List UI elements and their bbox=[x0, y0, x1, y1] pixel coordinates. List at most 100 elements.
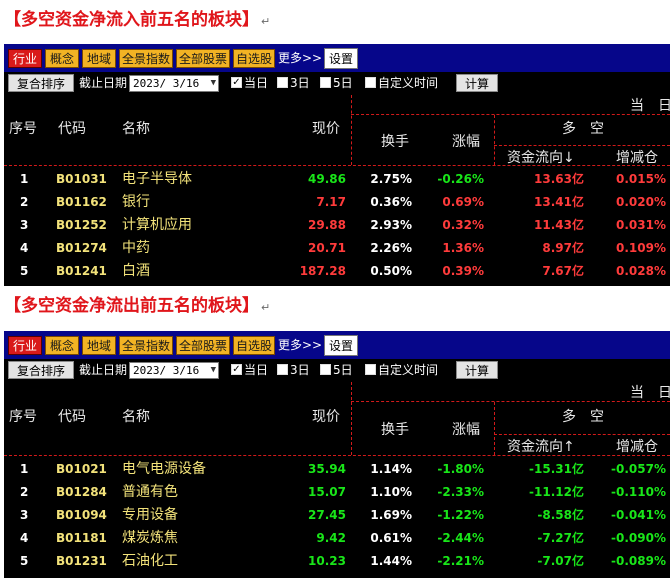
table-row[interactable]: 5 B01241 白酒 187.28 0.50% 0.39% 7.67亿 0.028% bbox=[4, 261, 670, 281]
cell-price: 20.71 bbox=[308, 241, 346, 255]
option-label-today: 当日 bbox=[244, 363, 269, 377]
date-picker[interactable]: 2023/ 3/16 ▼ bbox=[129, 75, 219, 92]
date-value: 2023/ 3/16 bbox=[133, 77, 200, 90]
cell-change: -2.33% bbox=[437, 485, 484, 499]
period-header: 当 日 bbox=[630, 385, 670, 401]
cell-index: 2 bbox=[20, 485, 29, 499]
header-divider bbox=[494, 434, 670, 435]
cell-incdec: -0.089% bbox=[611, 554, 666, 568]
table-row[interactable]: 1 B01031 电子半导体 49.86 2.75% -0.26% 13.63亿 0.015% bbox=[4, 169, 670, 189]
tab-industry[interactable]: 行业 bbox=[8, 336, 42, 355]
table-row[interactable]: 4 B01181 煤炭炼焦 9.42 0.61% -2.44% -7.27亿 -0.090% bbox=[4, 528, 670, 548]
option-label-today: 当日 bbox=[244, 76, 269, 90]
table-row[interactable]: 5 B01231 石油化工 10.23 1.44% -2.21% -7.07亿 -0.089% bbox=[4, 551, 670, 571]
cell-change: -1.80% bbox=[437, 462, 484, 476]
cell-flow: -7.07亿 bbox=[537, 554, 584, 568]
tab-region[interactable]: 地域 bbox=[82, 336, 116, 355]
tab-panorama-index[interactable]: 全景指数 bbox=[119, 336, 173, 355]
table-row[interactable]: 3 B01252 计算机应用 29.88 2.93% 0.32% 11.43亿 0.031% bbox=[4, 215, 670, 235]
table-row[interactable]: 3 B01094 专用设备 27.45 1.69% -1.22% -8.58亿 -0.041% bbox=[4, 505, 670, 525]
table-row[interactable]: 2 B01284 普通有色 15.07 1.10% -2.33% -11.12亿 -0.110… bbox=[4, 482, 670, 502]
checkbox-5day[interactable] bbox=[320, 77, 331, 88]
column-header-code[interactable]: 代码 bbox=[58, 118, 86, 138]
filter-bar: 复合排序 截止日期 2023/ 3/16 ▼ ✓ 当日 3日 5日 自定义时间 计… bbox=[4, 359, 670, 382]
cell-turnover: 1.14% bbox=[370, 462, 412, 476]
column-header-change[interactable]: 涨幅 bbox=[452, 419, 480, 439]
checkbox-today[interactable]: ✓ bbox=[231, 364, 242, 375]
more-link[interactable]: 更多>> bbox=[278, 336, 322, 355]
calculate-button[interactable]: 计算 bbox=[456, 74, 498, 92]
period-header: 当 日 bbox=[630, 98, 670, 114]
column-header-incdec[interactable]: 增减仓 bbox=[616, 436, 658, 456]
cell-price: 10.23 bbox=[308, 554, 346, 568]
settings-button[interactable]: 设置 bbox=[324, 335, 358, 356]
table-row[interactable]: 4 B01274 中药 20.71 2.26% 1.36% 8.97亿 0.109% bbox=[4, 238, 670, 258]
date-value: 2023/ 3/16 bbox=[133, 364, 200, 377]
data-grid: 当 日 序号 代码 名称 现价 换手 涨幅 多 空 资金流向↑ 增减仓 1 B01… bbox=[4, 382, 670, 578]
date-label: 截止日期 bbox=[79, 363, 128, 377]
tab-panorama-index[interactable]: 全景指数 bbox=[119, 49, 173, 68]
column-header-turnover[interactable]: 换手 bbox=[381, 131, 409, 151]
column-header-index[interactable]: 序号 bbox=[9, 406, 37, 426]
column-header-code[interactable]: 代码 bbox=[58, 406, 86, 426]
toolbar: 行业 概念 地域 全景指数 全部股票 自选股 更多>> 设置 bbox=[4, 331, 670, 359]
column-header-change[interactable]: 涨幅 bbox=[452, 131, 480, 151]
cell-incdec: -0.041% bbox=[611, 508, 666, 522]
cell-code: B01031 bbox=[56, 172, 107, 186]
cell-index: 1 bbox=[20, 172, 29, 186]
sort-button[interactable]: 复合排序 bbox=[8, 361, 74, 379]
column-header-flow[interactable]: 资金流向↑ bbox=[507, 436, 575, 456]
paragraph-mark-icon: ↵ bbox=[261, 15, 271, 28]
cell-code: B01094 bbox=[56, 508, 107, 522]
tab-all-stocks[interactable]: 全部股票 bbox=[176, 336, 230, 355]
cell-turnover: 0.50% bbox=[370, 264, 412, 278]
checkbox-5day[interactable] bbox=[320, 364, 331, 375]
column-header-name[interactable]: 名称 bbox=[122, 406, 150, 426]
cell-change: -2.21% bbox=[437, 554, 484, 568]
checkbox-3day[interactable] bbox=[277, 364, 288, 375]
table-row[interactable]: 2 B01162 银行 7.17 0.36% 0.69% 13.41亿 0.020% bbox=[4, 192, 670, 212]
more-link[interactable]: 更多>> bbox=[278, 49, 322, 68]
header-divider bbox=[351, 401, 670, 402]
tab-watchlist[interactable]: 自选股 bbox=[233, 49, 275, 68]
cell-change: -1.22% bbox=[437, 508, 484, 522]
cell-index: 4 bbox=[20, 241, 29, 255]
checkbox-custom-time[interactable] bbox=[365, 364, 376, 375]
calculate-button[interactable]: 计算 bbox=[456, 361, 498, 379]
column-header-turnover[interactable]: 换手 bbox=[381, 419, 409, 439]
cell-flow: 13.63亿 bbox=[534, 172, 584, 186]
cell-incdec: 0.109% bbox=[616, 241, 666, 255]
tab-watchlist[interactable]: 自选股 bbox=[233, 336, 275, 355]
checkbox-custom-time[interactable] bbox=[365, 77, 376, 88]
cell-flow: 7.67亿 bbox=[542, 264, 584, 278]
date-picker[interactable]: 2023/ 3/16 ▼ bbox=[129, 362, 219, 379]
checkbox-3day[interactable] bbox=[277, 77, 288, 88]
cell-change: 0.39% bbox=[442, 264, 484, 278]
checkbox-today[interactable]: ✓ bbox=[231, 77, 242, 88]
cell-code: B01021 bbox=[56, 462, 107, 476]
column-header-name[interactable]: 名称 bbox=[122, 118, 150, 138]
cell-turnover: 1.10% bbox=[370, 485, 412, 499]
column-header-price[interactable]: 现价 bbox=[312, 406, 340, 426]
column-header-incdec[interactable]: 增减仓 bbox=[616, 147, 658, 167]
cell-change: -0.26% bbox=[437, 172, 484, 186]
column-group-header: 多 空 bbox=[562, 409, 604, 425]
tab-concept[interactable]: 概念 bbox=[45, 336, 79, 355]
sort-button[interactable]: 复合排序 bbox=[8, 74, 74, 92]
header-divider bbox=[351, 114, 670, 115]
paragraph-mark-icon: ↵ bbox=[261, 301, 271, 314]
cell-turnover: 0.36% bbox=[370, 195, 412, 209]
tab-all-stocks[interactable]: 全部股票 bbox=[176, 49, 230, 68]
tab-industry[interactable]: 行业 bbox=[8, 49, 42, 68]
tab-concept[interactable]: 概念 bbox=[45, 49, 79, 68]
table-row[interactable]: 1 B01021 电气电源设备 35.94 1.14% -1.80% -15.31亿 -0.0… bbox=[4, 459, 670, 479]
settings-button[interactable]: 设置 bbox=[324, 48, 358, 69]
cell-code: B01181 bbox=[56, 531, 107, 545]
column-header-price[interactable]: 现价 bbox=[312, 118, 340, 138]
column-header-flow[interactable]: 资金流向↓ bbox=[507, 147, 575, 167]
cell-incdec: -0.090% bbox=[611, 531, 666, 545]
cell-change: -2.44% bbox=[437, 531, 484, 545]
tab-region[interactable]: 地域 bbox=[82, 49, 116, 68]
column-header-index[interactable]: 序号 bbox=[9, 118, 37, 138]
cell-index: 5 bbox=[20, 264, 29, 278]
